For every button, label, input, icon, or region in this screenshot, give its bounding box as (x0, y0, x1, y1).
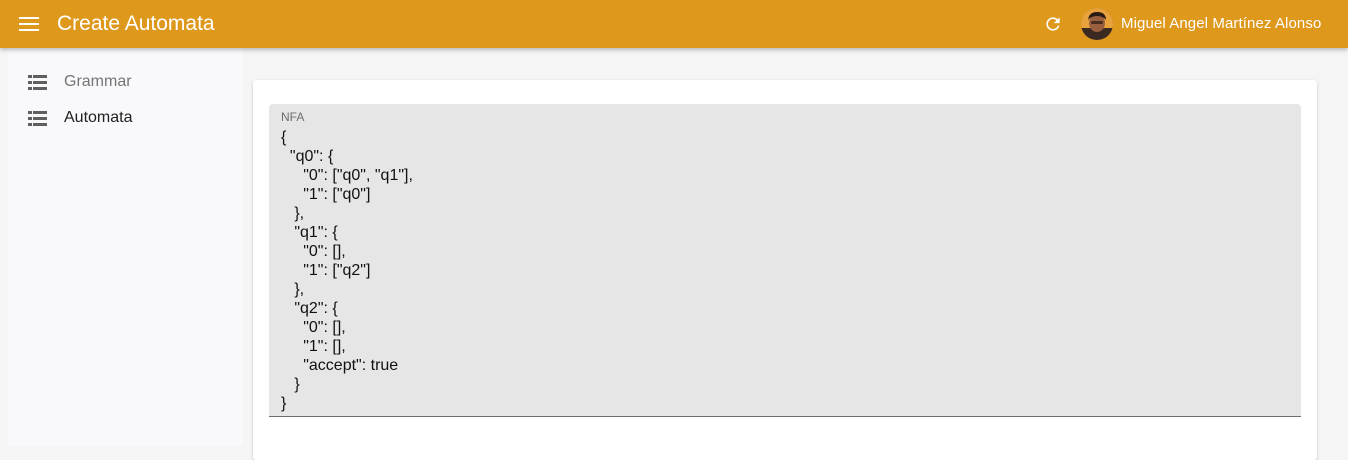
avatar[interactable] (1081, 8, 1113, 40)
sidebar: Grammar Automata (8, 48, 243, 446)
nfa-json-value[interactable]: { "q0": { "0": ["q0", "q1"], "1": ["q0"]… (281, 128, 1281, 412)
content-card: NFA { "q0": { "0": ["q0", "q1"], "1": ["… (253, 80, 1317, 460)
sidebar-item-automata[interactable]: Automata (8, 100, 243, 136)
field-label: NFA (281, 110, 305, 124)
user-name[interactable]: Miguel Angel Martínez Alonso (1121, 15, 1321, 33)
user-photo-icon (1081, 8, 1113, 40)
list-icon (27, 109, 47, 127)
sidebar-item-grammar[interactable]: Grammar (8, 64, 243, 100)
menu-icon[interactable] (15, 12, 43, 36)
app-bar: Create Automata Miguel Angel Martínez Al… (0, 0, 1348, 48)
refresh-icon[interactable] (1040, 11, 1066, 37)
list-icon (27, 73, 47, 91)
nfa-textarea[interactable]: NFA { "q0": { "0": ["q0", "q1"], "1": ["… (269, 104, 1301, 417)
sidebar-item-label: Automata (64, 109, 133, 126)
sidebar-item-label: Grammar (64, 73, 132, 90)
app-title: Create Automata (57, 12, 215, 35)
